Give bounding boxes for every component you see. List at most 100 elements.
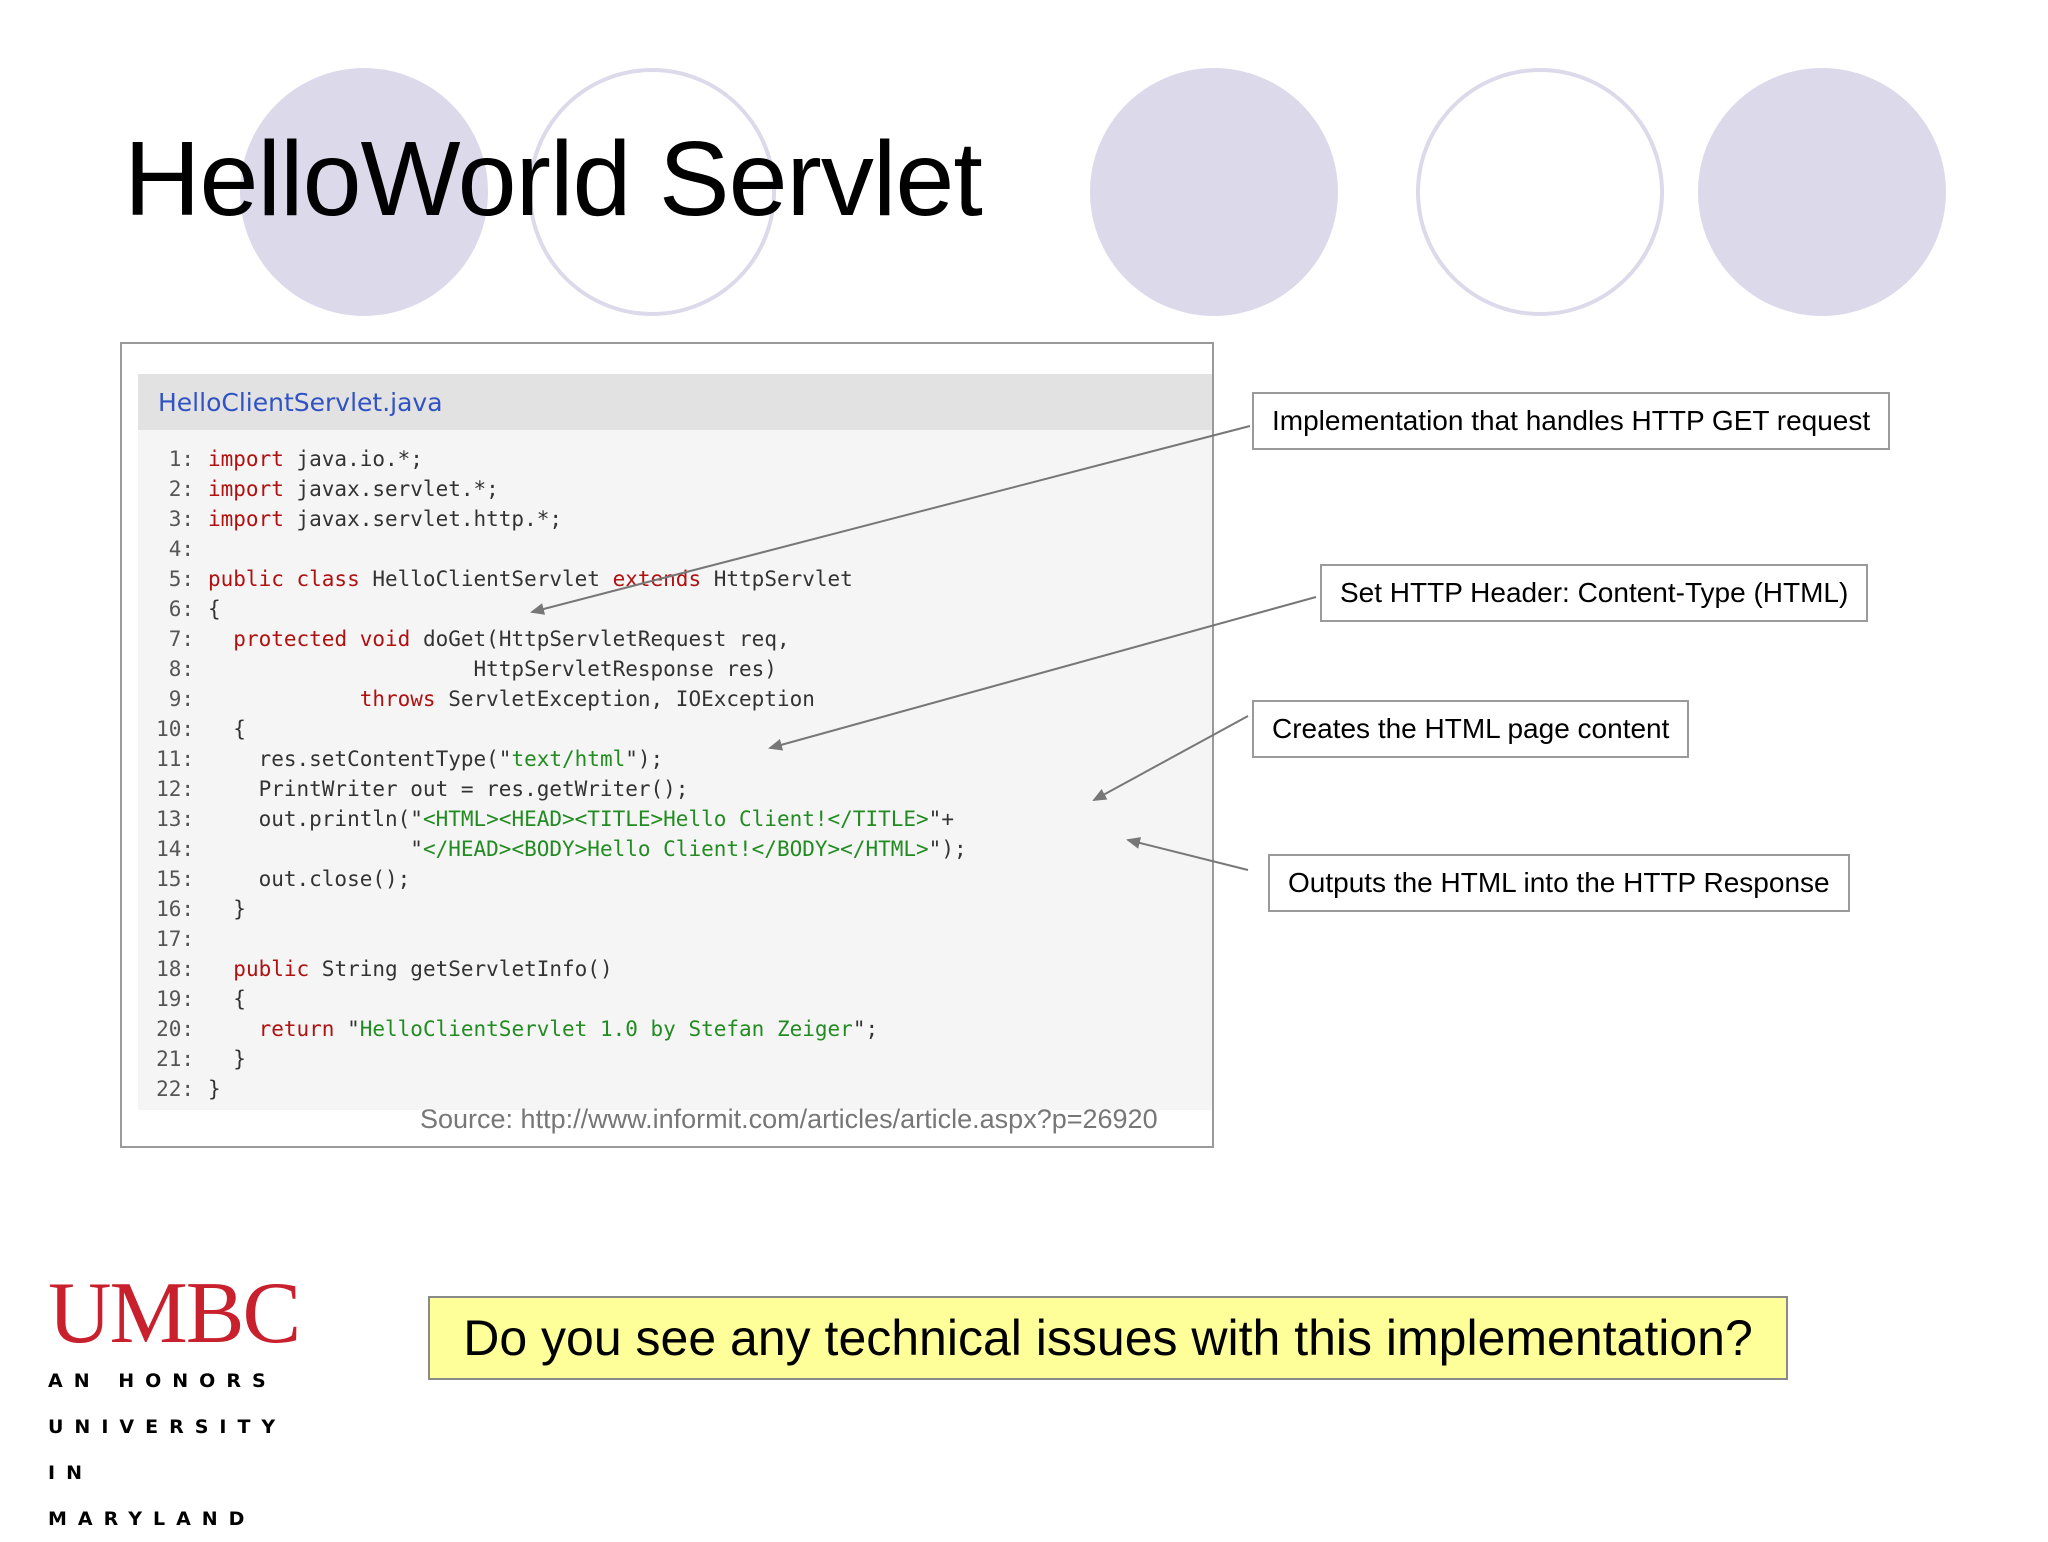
line-number: 22:: [156, 1077, 194, 1101]
code-line: 11: res.setContentType("text/html");: [138, 744, 663, 774]
line-number: 19:: [156, 987, 194, 1011]
line-number: 2:: [168, 477, 194, 501]
code-token: <HTML><HEAD><TITLE>Hello Client!</TITLE>: [422, 807, 929, 831]
source-citation: Source: http://www.informit.com/articles…: [420, 1104, 1158, 1134]
line-number: 1:: [168, 447, 194, 471]
code-panel: HelloClientServlet.java 1: import java.io…: [120, 342, 1214, 1148]
line-number: 16:: [156, 897, 194, 921]
code-token: ": [208, 837, 423, 861]
code-token: ": [334, 1017, 360, 1041]
code-token: public: [233, 957, 310, 981]
line-number: 21:: [156, 1047, 194, 1071]
code-token: HttpServletResponse res): [208, 657, 777, 681]
code-line: 22:}: [138, 1074, 221, 1104]
umbc-logo: UMBC AN HONORS UNIVERSITY IN MARYLAND: [48, 1270, 308, 1542]
decorative-circle-5: [1698, 68, 1946, 316]
line-number: 14:: [156, 837, 194, 861]
logo-wordmark: UMBC: [48, 1265, 301, 1362]
line-number: 6:: [168, 597, 194, 621]
code-token: {: [208, 597, 221, 621]
code-token: java.io.*;: [283, 447, 423, 471]
code-line: 13: out.println("<HTML><HEAD><TITLE>Hell…: [138, 804, 954, 834]
code-line: 9: throws ServletException, IOException: [138, 684, 815, 714]
code-token: import: [208, 477, 284, 501]
code-token: {: [208, 987, 246, 1011]
code-token: ServletException, IOException: [435, 687, 815, 711]
code-token: </HEAD><BODY>Hello Client!</BODY></HTML>: [422, 837, 929, 861]
line-number: 12:: [156, 777, 194, 801]
callout-output: Outputs the HTML into the HTTP Response: [1268, 854, 1850, 912]
callout-get-request: Implementation that handles HTTP GET req…: [1252, 392, 1891, 450]
line-number: 3:: [168, 507, 194, 531]
code-token: import: [208, 507, 284, 531]
code-token: doGet(HttpServletRequest req,: [410, 627, 790, 651]
code-line: 21: }: [138, 1044, 246, 1074]
code-line: 19: {: [138, 984, 246, 1014]
callout-page-content: Creates the HTML page content: [1252, 700, 1690, 758]
code-line: 10: {: [138, 714, 246, 744]
code-line: 16: }: [138, 894, 246, 924]
code-line: 14: "</HEAD><BODY>Hello Client!</BODY></…: [138, 834, 967, 864]
code-line: 12: PrintWriter out = res.getWriter();: [138, 774, 688, 804]
code-line: 6: {: [138, 594, 221, 624]
line-number: 4:: [168, 537, 194, 561]
line-number: 9:: [168, 687, 194, 711]
code-token: javax.servlet.http.*;: [283, 507, 563, 531]
code-token: {: [208, 717, 246, 741]
code-line: 18: public String getServletInfo(): [138, 954, 613, 984]
code-listing: HelloClientServlet.java 1: import java.io…: [138, 374, 1212, 1110]
decorative-circle-4: [1416, 68, 1664, 316]
code-token: HttpServlet: [701, 567, 853, 591]
code-token: ";: [852, 1017, 879, 1041]
code-token: out.close();: [208, 867, 411, 891]
code-token: ");: [928, 837, 967, 861]
code-token: "+: [928, 807, 954, 831]
code-header: HelloClientServlet.java: [138, 374, 1212, 430]
code-filename: HelloClientServlet.java: [158, 388, 443, 417]
line-number: 18:: [156, 957, 194, 981]
logo-line-3: IN MARYLAND: [48, 1462, 256, 1530]
line-number: 11:: [156, 747, 194, 771]
code-token: text/html: [511, 747, 626, 771]
code-line: 1: import java.io.*;: [138, 444, 423, 474]
slide-title: HelloWorld Servlet: [124, 120, 983, 238]
code-line: 5: public class HelloClientServlet extend…: [138, 564, 853, 594]
code-token: }: [208, 1047, 246, 1071]
line-number: 17:: [156, 927, 194, 951]
code-line: 20: return "HelloClientServlet 1.0 by St…: [138, 1014, 878, 1044]
code-token: throws: [359, 687, 436, 711]
code-token: PrintWriter out = res.getWriter();: [208, 777, 689, 801]
code-token: HelloClientServlet: [359, 567, 613, 591]
code-line: 8: HttpServletResponse res): [138, 654, 777, 684]
line-number: 8:: [168, 657, 194, 681]
code-token: }: [208, 897, 246, 921]
code-line: 4:: [138, 534, 208, 564]
code-token: extends: [612, 567, 702, 591]
code-line: 17:: [138, 924, 208, 954]
line-number: 13:: [156, 807, 194, 831]
code-token: ");: [625, 747, 664, 771]
logo-line-1: AN HONORS: [48, 1370, 277, 1392]
question-box: Do you see any technical issues with thi…: [428, 1296, 1788, 1380]
decorative-circle-3: [1090, 68, 1338, 316]
logo-line-2: UNIVERSITY: [48, 1416, 287, 1438]
code-token: }: [208, 1077, 221, 1101]
line-number: 5:: [168, 567, 194, 591]
line-number: 7:: [168, 627, 194, 651]
code-token: HelloClientServlet 1.0 by Stefan Zeiger: [359, 1017, 853, 1041]
code-token: protected void: [233, 627, 411, 651]
code-line: 3: import javax.servlet.http.*;: [138, 504, 562, 534]
code-line: 2: import javax.servlet.*;: [138, 474, 499, 504]
code-line: 15: out.close();: [138, 864, 410, 894]
code-token: return: [258, 1017, 335, 1041]
code-token: import: [208, 447, 284, 471]
code-token: out.println(": [208, 807, 423, 831]
callout-content-type: Set HTTP Header: Content-Type (HTML): [1320, 564, 1869, 622]
line-number: 10:: [156, 717, 194, 741]
code-line: 7: protected void doGet(HttpServletReque…: [138, 624, 790, 654]
code-token: public class: [208, 567, 360, 591]
